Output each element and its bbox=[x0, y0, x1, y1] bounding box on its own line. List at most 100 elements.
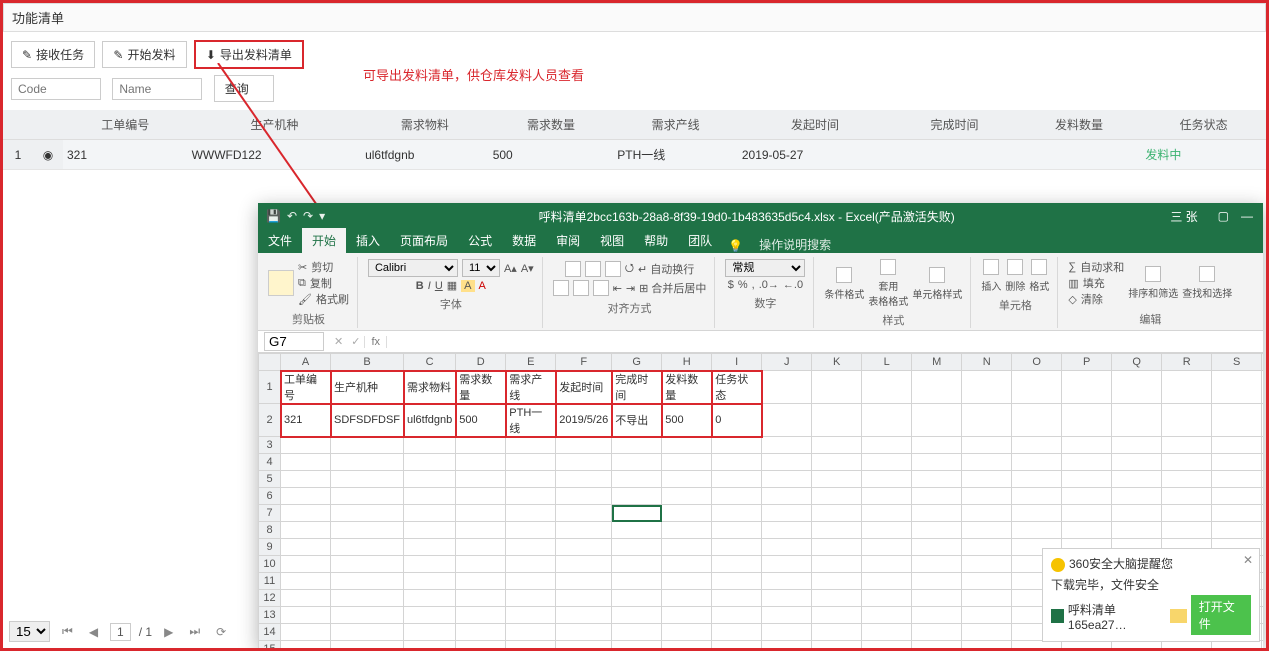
bold-icon[interactable]: B bbox=[416, 280, 424, 292]
cell[interactable] bbox=[712, 607, 762, 624]
cell[interactable] bbox=[812, 522, 862, 539]
cell[interactable] bbox=[556, 641, 612, 649]
col-header[interactable]: P bbox=[1062, 354, 1112, 371]
cell[interactable] bbox=[662, 522, 712, 539]
cell[interactable]: 500 bbox=[662, 404, 712, 437]
cell[interactable] bbox=[1062, 371, 1112, 404]
decrease-font-icon[interactable]: A▾ bbox=[521, 262, 534, 275]
col-header[interactable]: S bbox=[1212, 354, 1262, 371]
align-mid-icon[interactable] bbox=[585, 261, 601, 277]
align-center-icon[interactable] bbox=[573, 280, 589, 296]
cell[interactable] bbox=[456, 471, 506, 488]
cell[interactable] bbox=[556, 590, 612, 607]
cell[interactable] bbox=[812, 488, 862, 505]
cell[interactable] bbox=[1012, 505, 1062, 522]
cell[interactable] bbox=[556, 505, 612, 522]
cell[interactable] bbox=[1262, 454, 1263, 471]
col-header[interactable]: M bbox=[912, 354, 962, 371]
find-select-icon[interactable] bbox=[1199, 266, 1215, 282]
cell[interactable] bbox=[1212, 454, 1262, 471]
cell[interactable] bbox=[712, 471, 762, 488]
inc-decimal-icon[interactable]: .0→ bbox=[759, 279, 779, 291]
paste-icon[interactable] bbox=[268, 270, 294, 296]
cell[interactable]: 发起时间 bbox=[556, 371, 612, 404]
cell[interactable] bbox=[1262, 590, 1263, 607]
cell[interactable] bbox=[762, 454, 812, 471]
row-header[interactable]: 7 bbox=[259, 505, 281, 522]
col-header[interactable]: J bbox=[762, 354, 812, 371]
cell[interactable] bbox=[506, 454, 556, 471]
cell[interactable] bbox=[812, 641, 862, 649]
cell[interactable] bbox=[812, 404, 862, 437]
cell[interactable] bbox=[506, 471, 556, 488]
cell[interactable]: 2019/5/26 bbox=[556, 404, 612, 437]
cell[interactable] bbox=[962, 404, 1012, 437]
cell[interactable] bbox=[506, 624, 556, 641]
cell[interactable] bbox=[1112, 505, 1162, 522]
row-header[interactable]: 9 bbox=[259, 539, 281, 556]
cell[interactable]: ul6tfdgnb bbox=[404, 404, 456, 437]
cell[interactable]: 工单编号 bbox=[281, 371, 331, 404]
cell[interactable] bbox=[912, 454, 962, 471]
insert-cells-icon[interactable] bbox=[983, 259, 999, 275]
cell[interactable] bbox=[281, 624, 331, 641]
cell[interactable] bbox=[662, 488, 712, 505]
cell[interactable] bbox=[281, 522, 331, 539]
cell[interactable] bbox=[662, 505, 712, 522]
cell[interactable] bbox=[862, 607, 912, 624]
cell[interactable] bbox=[1162, 454, 1212, 471]
cell[interactable] bbox=[1162, 488, 1212, 505]
cell[interactable] bbox=[1012, 454, 1062, 471]
cell[interactable] bbox=[1112, 471, 1162, 488]
code-input[interactable] bbox=[11, 78, 101, 100]
cell[interactable] bbox=[662, 590, 712, 607]
cell[interactable] bbox=[456, 556, 506, 573]
fx-cancel-icon[interactable]: ✕ bbox=[330, 335, 347, 348]
last-page-button[interactable]: ⏭ bbox=[185, 624, 204, 639]
cell[interactable]: 500 bbox=[456, 404, 506, 437]
cell[interactable] bbox=[506, 505, 556, 522]
cell[interactable] bbox=[862, 404, 912, 437]
cell[interactable] bbox=[1112, 437, 1162, 454]
formula-input[interactable] bbox=[387, 332, 1263, 351]
tab-help[interactable]: 帮助 bbox=[634, 228, 678, 253]
cell[interactable] bbox=[456, 437, 506, 454]
cell[interactable] bbox=[281, 641, 331, 649]
row-header[interactable]: 2 bbox=[259, 404, 281, 437]
cell[interactable] bbox=[281, 471, 331, 488]
align-bot-icon[interactable] bbox=[605, 261, 621, 277]
cell[interactable] bbox=[1062, 488, 1112, 505]
format-painter-icon[interactable]: 🖌 bbox=[298, 293, 312, 306]
cell-style-icon[interactable] bbox=[929, 267, 945, 283]
cell[interactable] bbox=[1262, 404, 1263, 437]
cell[interactable] bbox=[1262, 641, 1263, 649]
cell[interactable] bbox=[962, 437, 1012, 454]
cell[interactable] bbox=[762, 539, 812, 556]
cell[interactable] bbox=[762, 573, 812, 590]
cell[interactable] bbox=[331, 573, 404, 590]
cell[interactable] bbox=[612, 556, 662, 573]
cell[interactable] bbox=[962, 471, 1012, 488]
first-page-button[interactable]: ⏮ bbox=[58, 624, 77, 639]
cell[interactable] bbox=[331, 471, 404, 488]
cell[interactable] bbox=[1262, 371, 1263, 404]
cell[interactable] bbox=[662, 539, 712, 556]
font-color-icon[interactable]: A bbox=[479, 280, 486, 292]
cell[interactable] bbox=[1262, 488, 1263, 505]
cell[interactable] bbox=[712, 556, 762, 573]
cell[interactable] bbox=[612, 471, 662, 488]
cell[interactable] bbox=[331, 607, 404, 624]
cell[interactable] bbox=[962, 371, 1012, 404]
name-input[interactable] bbox=[112, 78, 202, 100]
cell[interactable] bbox=[612, 522, 662, 539]
cell[interactable] bbox=[912, 539, 962, 556]
col-header[interactable]: K bbox=[812, 354, 862, 371]
cell[interactable] bbox=[281, 505, 331, 522]
cell[interactable] bbox=[1062, 522, 1112, 539]
close-icon[interactable]: ✕ bbox=[1243, 553, 1253, 567]
cell[interactable] bbox=[1062, 454, 1112, 471]
cell[interactable] bbox=[712, 590, 762, 607]
cell[interactable] bbox=[862, 539, 912, 556]
cell[interactable] bbox=[1012, 371, 1062, 404]
cell[interactable] bbox=[331, 437, 404, 454]
